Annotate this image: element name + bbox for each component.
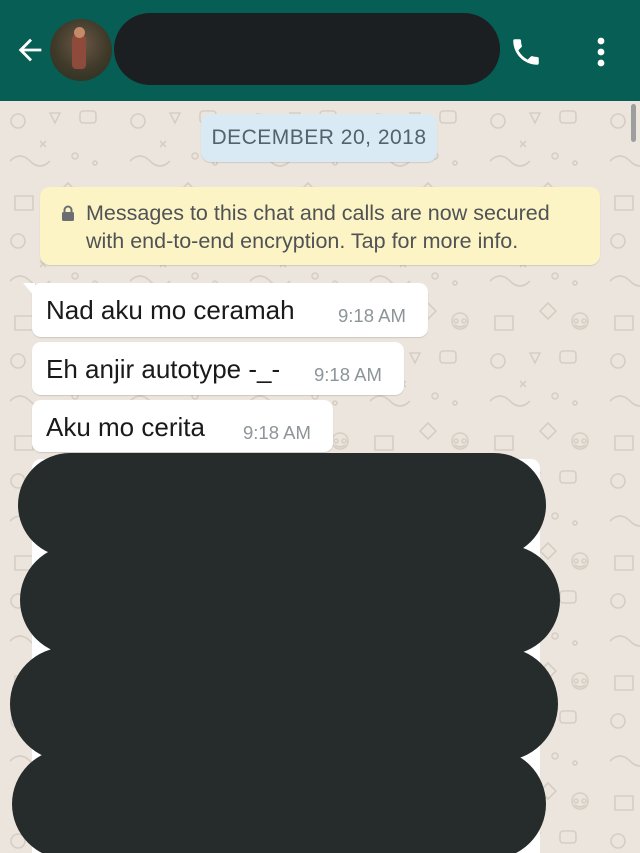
redaction-mark	[10, 647, 558, 761]
more-vertical-icon	[597, 37, 605, 67]
bubble-tail	[23, 283, 35, 297]
message-time: 9:18 AM	[243, 422, 311, 443]
message-time: 9:18 AM	[314, 364, 382, 385]
date-divider: DECEMBER 20, 2018	[201, 114, 437, 162]
arrow-left-icon	[18, 38, 42, 62]
chat-area[interactable]: DECEMBER 20, 2018 Messages to this chat …	[0, 101, 640, 853]
back-button[interactable]	[10, 30, 50, 70]
encryption-text-line1: Messages to this chat and calls are now …	[86, 201, 550, 225]
avatar-figure	[72, 33, 86, 69]
lock-icon	[62, 205, 74, 221]
message-bubble[interactable]: Nad aku mo ceramah 9:18 AM	[23, 283, 428, 337]
redaction-mark	[20, 545, 560, 655]
chat-header	[0, 0, 640, 101]
encryption-notice[interactable]: Messages to this chat and calls are now …	[40, 187, 600, 265]
scrollbar[interactable]	[631, 104, 636, 142]
redaction-mark	[18, 453, 546, 557]
redaction-mark	[12, 749, 546, 853]
message-bubble[interactable]: Eh anjir autotype -_- 9:18 AM	[32, 342, 404, 395]
message-time: 9:18 AM	[338, 305, 406, 326]
contact-avatar[interactable]	[50, 19, 112, 81]
message-bubble-redacted[interactable]	[10, 453, 560, 853]
more-options-button[interactable]	[584, 31, 618, 73]
message-text: Eh anjir autotype -_-	[46, 354, 281, 384]
avatar-head	[74, 27, 85, 38]
voice-call-button[interactable]	[505, 31, 547, 73]
message-bubble[interactable]: Aku mo cerita 9:18 AM	[32, 400, 333, 452]
contact-name-redacted[interactable]	[114, 13, 500, 85]
message-text: Aku mo cerita	[46, 412, 205, 442]
encryption-text-line2: with end-to-end encryption. Tap for more…	[86, 229, 519, 253]
message-text: Nad aku mo ceramah	[46, 295, 295, 325]
phone-icon	[513, 39, 539, 65]
